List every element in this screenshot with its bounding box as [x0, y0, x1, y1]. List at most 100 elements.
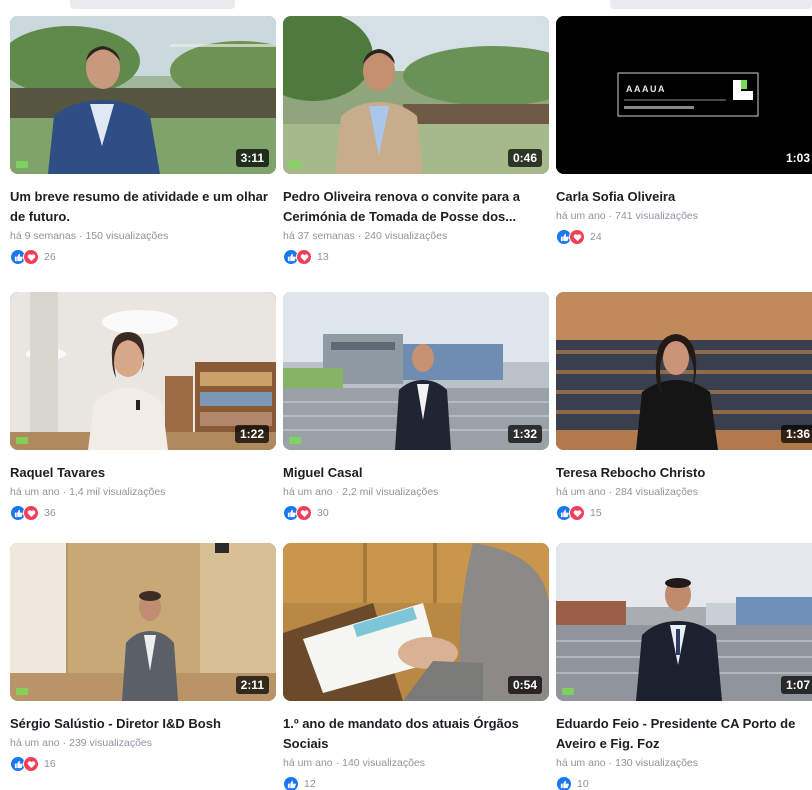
- video-card[interactable]: 1:07 Eduardo Feio - Presidente CA Porto …: [556, 543, 812, 790]
- reactions-summary[interactable]: 15: [556, 504, 812, 522]
- video-views: 240 visualizações: [364, 230, 448, 242]
- reaction-count: 12: [304, 778, 316, 790]
- reaction-count: 36: [44, 507, 56, 519]
- video-thumbnail[interactable]: 1:22: [10, 292, 276, 450]
- hd-badge: [16, 437, 28, 444]
- video-age: há um ano: [10, 486, 60, 498]
- video-title[interactable]: Raquel Tavares: [10, 463, 276, 483]
- video-card[interactable]: 1:36 Teresa Rebocho Christo há um ano · 28…: [556, 292, 812, 522]
- video-title[interactable]: Teresa Rebocho Christo: [556, 463, 812, 483]
- video-views: 150 visualizações: [85, 230, 169, 242]
- video-age: há um ano: [556, 486, 606, 498]
- video-meta: há um ano · 2,2 mil visualizações: [283, 486, 439, 498]
- video-thumbnail[interactable]: 3:11: [10, 16, 276, 174]
- video-duration: 1:36: [780, 425, 812, 443]
- video-views: 239 visualizações: [69, 737, 153, 749]
- video-title[interactable]: Um breve resumo de atividade e um olhar …: [10, 187, 276, 227]
- video-meta: há um ano · 741 visualizações: [556, 210, 699, 222]
- reactions-summary[interactable]: 36: [10, 504, 276, 522]
- video-thumbnail-image: [556, 543, 812, 701]
- like-reaction-icon: [556, 776, 572, 790]
- love-reaction-icon: [296, 249, 312, 265]
- video-age: há um ano: [283, 486, 333, 498]
- video-views: 130 visualizações: [615, 757, 699, 769]
- hd-badge: [16, 161, 28, 168]
- reactions-summary[interactable]: 26: [10, 248, 276, 266]
- video-thumbnail[interactable]: AAAUA 1:03: [556, 16, 812, 174]
- video-title[interactable]: Sérgio Salústio - Diretor I&D Bosh: [10, 714, 276, 734]
- video-duration: 0:46: [507, 149, 542, 167]
- reactions-summary[interactable]: 30: [283, 504, 549, 522]
- video-meta: há um ano · 1,4 mil visualizações: [10, 486, 166, 498]
- video-title[interactable]: Eduardo Feio - Presidente CA Porto de Av…: [556, 714, 812, 754]
- reactions-summary[interactable]: 10: [556, 775, 812, 790]
- hd-badge: [16, 688, 28, 695]
- video-thumbnail[interactable]: 0:46: [283, 16, 549, 174]
- video-title[interactable]: 1.º ano de mandato dos atuais Órgãos Soc…: [283, 714, 549, 754]
- video-thumbnail-image: AAAUA: [556, 16, 812, 174]
- reaction-count: 26: [44, 251, 56, 263]
- love-reaction-icon: [23, 505, 39, 521]
- reaction-count: 10: [577, 778, 589, 790]
- video-views: 741 visualizações: [615, 210, 699, 222]
- video-duration: 1:22: [234, 425, 269, 443]
- video-thumbnail-image: [556, 292, 812, 450]
- video-thumbnail[interactable]: 1:07: [556, 543, 812, 701]
- reactions-summary[interactable]: 16: [10, 755, 276, 773]
- video-meta: há um ano · 239 visualizações: [10, 737, 153, 749]
- video-duration: 1:07: [780, 676, 812, 694]
- reactions-summary[interactable]: 13: [283, 248, 549, 266]
- video-thumbnail[interactable]: 1:36: [556, 292, 812, 450]
- video-meta: há 37 semanas · 240 visualizações: [283, 230, 448, 242]
- video-age: há um ano: [283, 757, 333, 769]
- video-card[interactable]: 1:32 Miguel Casal há um ano · 2,2 mil visu…: [283, 292, 549, 522]
- top-tab-right[interactable]: [610, 0, 812, 9]
- video-duration: 1:32: [507, 425, 542, 443]
- video-card[interactable]: 2:11 Sérgio Salústio - Diretor I&D Bosh …: [10, 543, 276, 773]
- like-reaction-icon: [283, 776, 299, 790]
- video-title[interactable]: Pedro Oliveira renova o convite para a C…: [283, 187, 549, 227]
- hd-badge: [289, 161, 301, 168]
- reaction-count: 30: [317, 507, 329, 519]
- love-reaction-icon: [569, 229, 585, 245]
- video-title[interactable]: Carla Sofia Oliveira: [556, 187, 812, 207]
- video-duration: 1:03: [780, 149, 812, 167]
- video-card[interactable]: 0:54 1.º ano de mandato dos atuais Órgão…: [283, 543, 549, 790]
- reactions-summary[interactable]: 12: [283, 775, 549, 790]
- reaction-count: 24: [590, 231, 602, 243]
- video-views: 140 visualizações: [342, 757, 426, 769]
- video-card[interactable]: AAAUA 1:03 Carla Sofia Oliveira há um an…: [556, 16, 812, 246]
- video-meta: há 9 semanas · 150 visualizações: [10, 230, 169, 242]
- video-age: há um ano: [10, 737, 60, 749]
- video-age: há 9 semanas: [10, 230, 76, 242]
- reaction-count: 15: [590, 507, 602, 519]
- video-age: há 37 semanas: [283, 230, 355, 242]
- video-thumbnail[interactable]: 1:32: [283, 292, 549, 450]
- video-duration: 0:54: [507, 676, 542, 694]
- video-meta: há um ano · 140 visualizações: [283, 757, 426, 769]
- video-duration: 2:11: [235, 676, 269, 694]
- video-views: 2,2 mil visualizações: [342, 486, 439, 498]
- love-reaction-icon: [569, 505, 585, 521]
- reaction-count: 16: [44, 758, 56, 770]
- love-reaction-icon: [23, 249, 39, 265]
- video-views: 284 visualizações: [615, 486, 699, 498]
- video-card[interactable]: 0:46 Pedro Oliveira renova o convite par…: [283, 16, 549, 266]
- video-thumbnail[interactable]: 2:11: [10, 543, 276, 701]
- hd-badge: [289, 437, 301, 444]
- love-reaction-icon: [23, 756, 39, 772]
- video-age: há um ano: [556, 757, 606, 769]
- video-meta: há um ano · 284 visualizações: [556, 486, 699, 498]
- reactions-summary[interactable]: 24: [556, 228, 812, 246]
- video-views: 1,4 mil visualizações: [69, 486, 166, 498]
- video-card[interactable]: 1:22 Raquel Tavares há um ano · 1,4 mil vi…: [10, 292, 276, 522]
- hd-badge: [562, 688, 574, 695]
- video-duration: 3:11: [235, 149, 269, 167]
- video-card[interactable]: 3:11 Um breve resumo de atividade e um o…: [10, 16, 276, 266]
- video-title[interactable]: Miguel Casal: [283, 463, 549, 483]
- top-tab-bar: [0, 0, 812, 14]
- top-tab-left[interactable]: [70, 0, 235, 9]
- thumbnail-logo-text: AAAUA: [626, 84, 666, 94]
- video-thumbnail[interactable]: 0:54: [283, 543, 549, 701]
- reaction-count: 13: [317, 251, 329, 263]
